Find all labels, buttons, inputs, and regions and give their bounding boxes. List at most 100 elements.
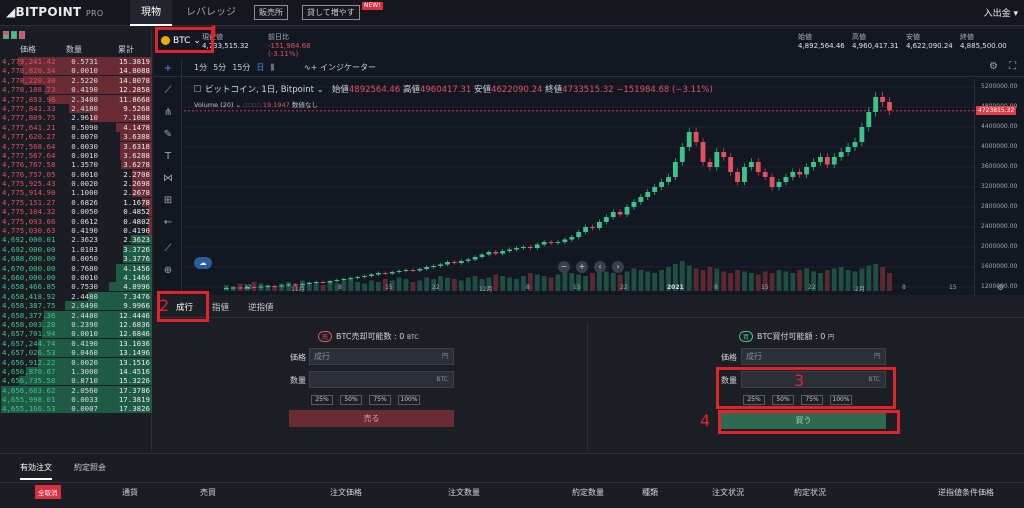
ask-row[interactable]: 4,776,757.05 0.0010 2.2708 xyxy=(0,169,152,179)
view-bids-icon[interactable] xyxy=(11,31,17,39)
bid-row[interactable]: 4,657,244.74 0.4190 13.1036 xyxy=(0,338,152,348)
bid-row[interactable]: 4,658,466.85 0.7530 4.8996 xyxy=(0,282,152,292)
tab-leverage[interactable]: レバレッジ xyxy=(180,0,242,26)
ask-row[interactable]: 4,777,809.75 2.9610 7.1088 xyxy=(0,113,152,123)
candle-body xyxy=(707,162,713,167)
ask-row[interactable]: 4,778,820.34 0.0010 14.8088 xyxy=(0,66,152,76)
legend-low-label: 安値 xyxy=(474,85,492,95)
tab-active-orders[interactable]: 有効注文 xyxy=(20,462,52,480)
ask-row[interactable]: 4,776,767.58 1.3570 3.6278 xyxy=(0,160,152,170)
fib-icon[interactable]: ⋔ xyxy=(162,107,174,119)
ask-row[interactable]: 4,777,568.64 0.0030 3.6318 xyxy=(0,141,152,151)
scroll-right-icon[interactable]: › xyxy=(612,261,624,273)
bid-row[interactable]: 4,658,387.75 2.6490 9.9966 xyxy=(0,301,152,311)
ask-row[interactable]: 4,775,030.63 0.4190 0.4190 xyxy=(0,226,152,236)
bid-row[interactable]: 4,657,701.94 0.0010 12.6846 xyxy=(0,329,152,339)
price-cell: 4,658,387.75 xyxy=(2,301,56,311)
trendline-icon[interactable]: ⟋ xyxy=(162,85,174,97)
ask-row[interactable]: 4,775,093.66 0.0612 0.4802 xyxy=(0,216,152,226)
chart-settings-icon[interactable]: ⚙ xyxy=(997,283,1004,292)
tab-limit[interactable]: 指値 xyxy=(212,301,229,313)
sell-pct-25[interactable]: 25% xyxy=(311,395,333,405)
y-tick-label: 2400000.00 xyxy=(981,223,1018,230)
brush-icon[interactable]: ✎ xyxy=(162,129,174,141)
ask-row[interactable]: 4,775,104.32 0.0050 0.4852 xyxy=(0,207,152,217)
ask-row[interactable]: 4,777,841.33 2.4180 9.5268 xyxy=(0,103,152,113)
scroll-left-icon[interactable]: ‹ xyxy=(594,261,606,273)
back-arrow-icon[interactable]: ← xyxy=(162,217,174,229)
collapse-icon[interactable] xyxy=(194,85,201,92)
bid-row[interactable]: 4,688,000.00 0.0050 3.3776 xyxy=(0,254,152,264)
tab-stop[interactable]: 逆指値 xyxy=(248,301,274,313)
candle-body xyxy=(507,249,513,251)
bid-row[interactable]: 4,656,683.62 2.0560 17.3786 xyxy=(0,385,152,395)
candle-body xyxy=(624,207,630,215)
bid-row[interactable]: 4,658,418.92 2.4480 7.3476 xyxy=(0,291,152,301)
bid-row[interactable]: 4,656,912.22 0.0020 13.1516 xyxy=(0,357,152,367)
zoom-out-icon[interactable]: − xyxy=(558,261,570,273)
brand-logo[interactable]: ◢BITPOINT PRO xyxy=(6,5,104,19)
bid-row[interactable]: 4,656,870.67 1.3000 14.4516 xyxy=(0,366,152,376)
sell-qty-input[interactable]: BTC xyxy=(309,371,454,388)
bid-row[interactable]: 4,655,166.53 0.0007 17.3826 xyxy=(0,404,152,414)
bid-row[interactable]: 4,670,000.00 0.7680 4.1456 xyxy=(0,263,152,273)
bid-row[interactable]: 4,655,998.01 0.0033 17.3819 xyxy=(0,395,152,405)
view-both-icon[interactable] xyxy=(3,31,9,39)
view-asks-icon[interactable] xyxy=(19,31,25,39)
bid-row[interactable]: 4,656,735.58 0.8710 15.3226 xyxy=(0,376,152,386)
measure-icon[interactable]: ⊞ xyxy=(162,195,174,207)
ask-row[interactable]: 4,775,151.27 0.6826 1.1678 xyxy=(0,197,152,207)
deposit-withdraw-link[interactable]: 入出金 ▾ xyxy=(984,6,1018,19)
ask-row[interactable]: 4,779,241.42 0.5731 15.3819 xyxy=(0,57,152,66)
bid-row[interactable]: 4,692,000.01 2.3623 2.3623 xyxy=(0,235,152,245)
orderbook-view-toggles[interactable] xyxy=(3,31,27,40)
ask-row[interactable]: 4,777,567.64 0.0010 3.6288 xyxy=(0,150,152,160)
shop-button[interactable]: 販売所 xyxy=(254,5,288,20)
fullscreen-icon[interactable]: ⛶ xyxy=(1009,61,1016,72)
ask-row[interactable]: 4,775,914.90 1.1000 2.2678 xyxy=(0,188,152,198)
text-icon[interactable]: T xyxy=(162,151,174,163)
sell-button[interactable]: 売る xyxy=(289,410,454,427)
ask-row[interactable]: 4,775,925.43 0.0020 2.2698 xyxy=(0,179,152,189)
ask-row[interactable]: 4,778,188.73 0.4190 12.2858 xyxy=(0,85,152,95)
indicators-button[interactable]: ∿+ インジケーター xyxy=(304,62,376,73)
ask-row[interactable]: 4,777,620.27 0.0070 3.6388 xyxy=(0,132,152,142)
order-book: 価格 数量 累計 4,779,241.42 0.5731 15.3819 4,778,… xyxy=(0,29,152,451)
ask-row[interactable]: 4,778,220.30 2.5220 14.8078 xyxy=(0,75,152,85)
buy-price-input[interactable]: 成行 円 xyxy=(741,348,886,365)
sell-pct-75[interactable]: 75% xyxy=(369,395,391,405)
tab-spot[interactable]: 現物 xyxy=(130,0,172,26)
sell-price-input[interactable]: 成行 円 xyxy=(309,348,454,365)
candle-type-icon[interactable]: ⫼ xyxy=(270,63,274,72)
bid-row[interactable]: 4,660,000.00 0.0010 4.1466 xyxy=(0,272,152,282)
sell-pct-50[interactable]: 50% xyxy=(340,395,362,405)
settings-gear-icon[interactable]: ⚙ xyxy=(989,61,998,72)
lend-button[interactable]: 貸して増やす xyxy=(302,5,360,20)
bid-row[interactable]: 4,692,000.00 1.0103 3.3726 xyxy=(0,244,152,254)
cloud-icon[interactable]: ☁ xyxy=(194,257,212,269)
tf-5min[interactable]: 5分 xyxy=(213,63,226,72)
time-axis[interactable]: 22 11月 8 15 22 12月 8 15 22 2021 8 15 22 2月 8 15 xyxy=(184,283,974,295)
candle-body xyxy=(445,262,450,265)
ruler-icon[interactable]: ⟋ xyxy=(162,243,174,255)
ask-row[interactable]: 4,777,641.21 0.5090 4.1478 xyxy=(0,122,152,132)
ask-row[interactable]: 4,777,893.96 2.3400 11.8668 xyxy=(0,94,152,104)
bid-row[interactable]: 4,658,377.36 2.4480 12.4446 xyxy=(0,310,152,320)
qty-cell: 2.4480 xyxy=(71,291,98,301)
tf-day[interactable]: 日 xyxy=(256,63,264,72)
zoom-in-icon[interactable]: + xyxy=(576,261,588,273)
volume-legend: Volume (20) ⌄ ▫▫▫▫ 19.1947 数値なし xyxy=(194,99,318,109)
total-cell: 13.1516 xyxy=(118,357,150,367)
tf-15min[interactable]: 15分 xyxy=(232,63,250,72)
bid-row[interactable]: 4,658,003.28 0.2390 12.6836 xyxy=(0,319,152,329)
cancel-all-button[interactable]: 全取消 xyxy=(35,485,61,499)
zoom-icon[interactable]: ⊕ xyxy=(162,265,174,277)
bid-row[interactable]: 4,657,026.53 0.0460 13.1496 xyxy=(0,348,152,358)
y-tick-label: 2000000.00 xyxy=(981,243,1018,250)
crosshair-icon[interactable]: + xyxy=(162,63,174,75)
tab-executions[interactable]: 約定照会 xyxy=(74,462,106,473)
sell-pct-100[interactable]: 100% xyxy=(398,395,420,405)
volume-settings-icons[interactable]: ▫▫▫▫ xyxy=(243,101,261,109)
pattern-icon[interactable]: ⋈ xyxy=(162,173,174,185)
tf-1min[interactable]: 1分 xyxy=(194,63,207,72)
